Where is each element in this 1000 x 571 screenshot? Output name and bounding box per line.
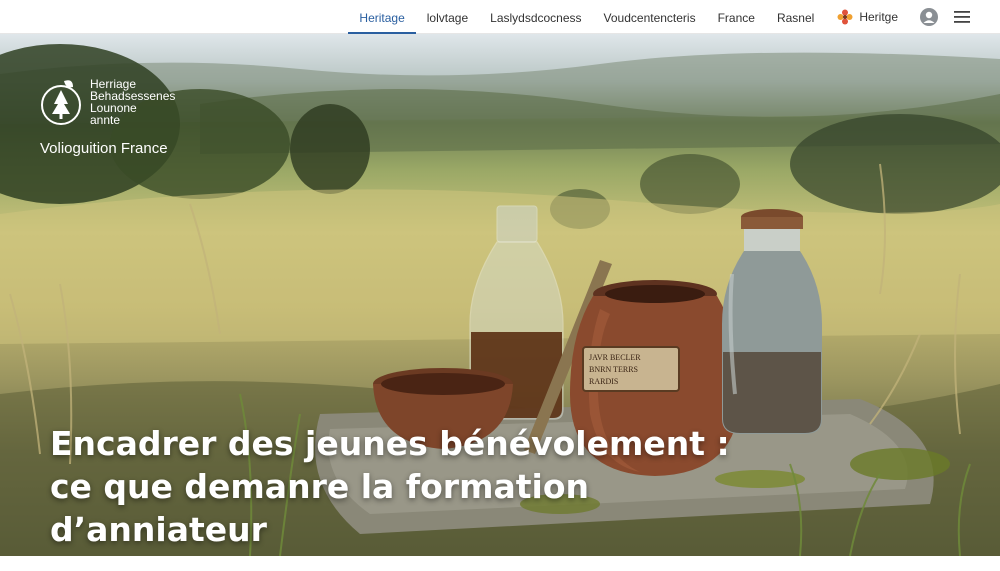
logo-wordmark: Herriage Behadsessenes Lounone annte bbox=[90, 78, 175, 126]
headline-line1: Encadrer des jeunes bénévolement : bbox=[50, 424, 730, 463]
headline-line2: ce que demanre la formation bbox=[50, 467, 589, 506]
brand-label: Heritge bbox=[859, 10, 898, 24]
top-navigation-bar: Heritage lolvtage Laslydsdcocness Voudce… bbox=[0, 0, 1000, 34]
nav-item-3[interactable]: Laslydsdcocness bbox=[479, 0, 592, 34]
hero-headline: Encadrer des jeunes bénévolement : ce qu… bbox=[50, 422, 750, 551]
tree-logo-icon bbox=[41, 80, 81, 125]
nav-item-heritage[interactable]: Heritage bbox=[348, 0, 416, 34]
logo-line4: annte bbox=[90, 113, 121, 127]
headline-line3: d’anniateur bbox=[50, 510, 267, 549]
site-logo[interactable]: Herriage Behadsessenes Lounone annte bbox=[40, 78, 175, 128]
jar-label-line2: BNRN TERRS bbox=[589, 365, 638, 374]
page-bottom-strip bbox=[0, 556, 1000, 571]
jar-label-line3: RARDIS bbox=[589, 377, 618, 386]
hero-banner: JAVR BECLER BNRN TERRS RARDIS Herriage B… bbox=[0, 34, 1000, 556]
nav-item-2[interactable]: lolvtage bbox=[416, 0, 479, 34]
brand-link[interactable]: Heritge bbox=[825, 9, 910, 25]
user-icon[interactable] bbox=[920, 8, 938, 26]
main-nav: Heritage lolvtage Laslydsdcocness Voudce… bbox=[348, 0, 970, 34]
nav-item-france[interactable]: France bbox=[707, 0, 766, 34]
nav-item-4[interactable]: Voudcentencteris bbox=[593, 0, 707, 34]
nav-item-6[interactable]: Rasnel bbox=[766, 0, 825, 34]
jar-label-line1: JAVR BECLER bbox=[589, 353, 641, 362]
flower-icon bbox=[837, 9, 853, 25]
menu-icon[interactable] bbox=[954, 10, 970, 24]
logo-tagline: Volioguition France bbox=[40, 140, 168, 157]
